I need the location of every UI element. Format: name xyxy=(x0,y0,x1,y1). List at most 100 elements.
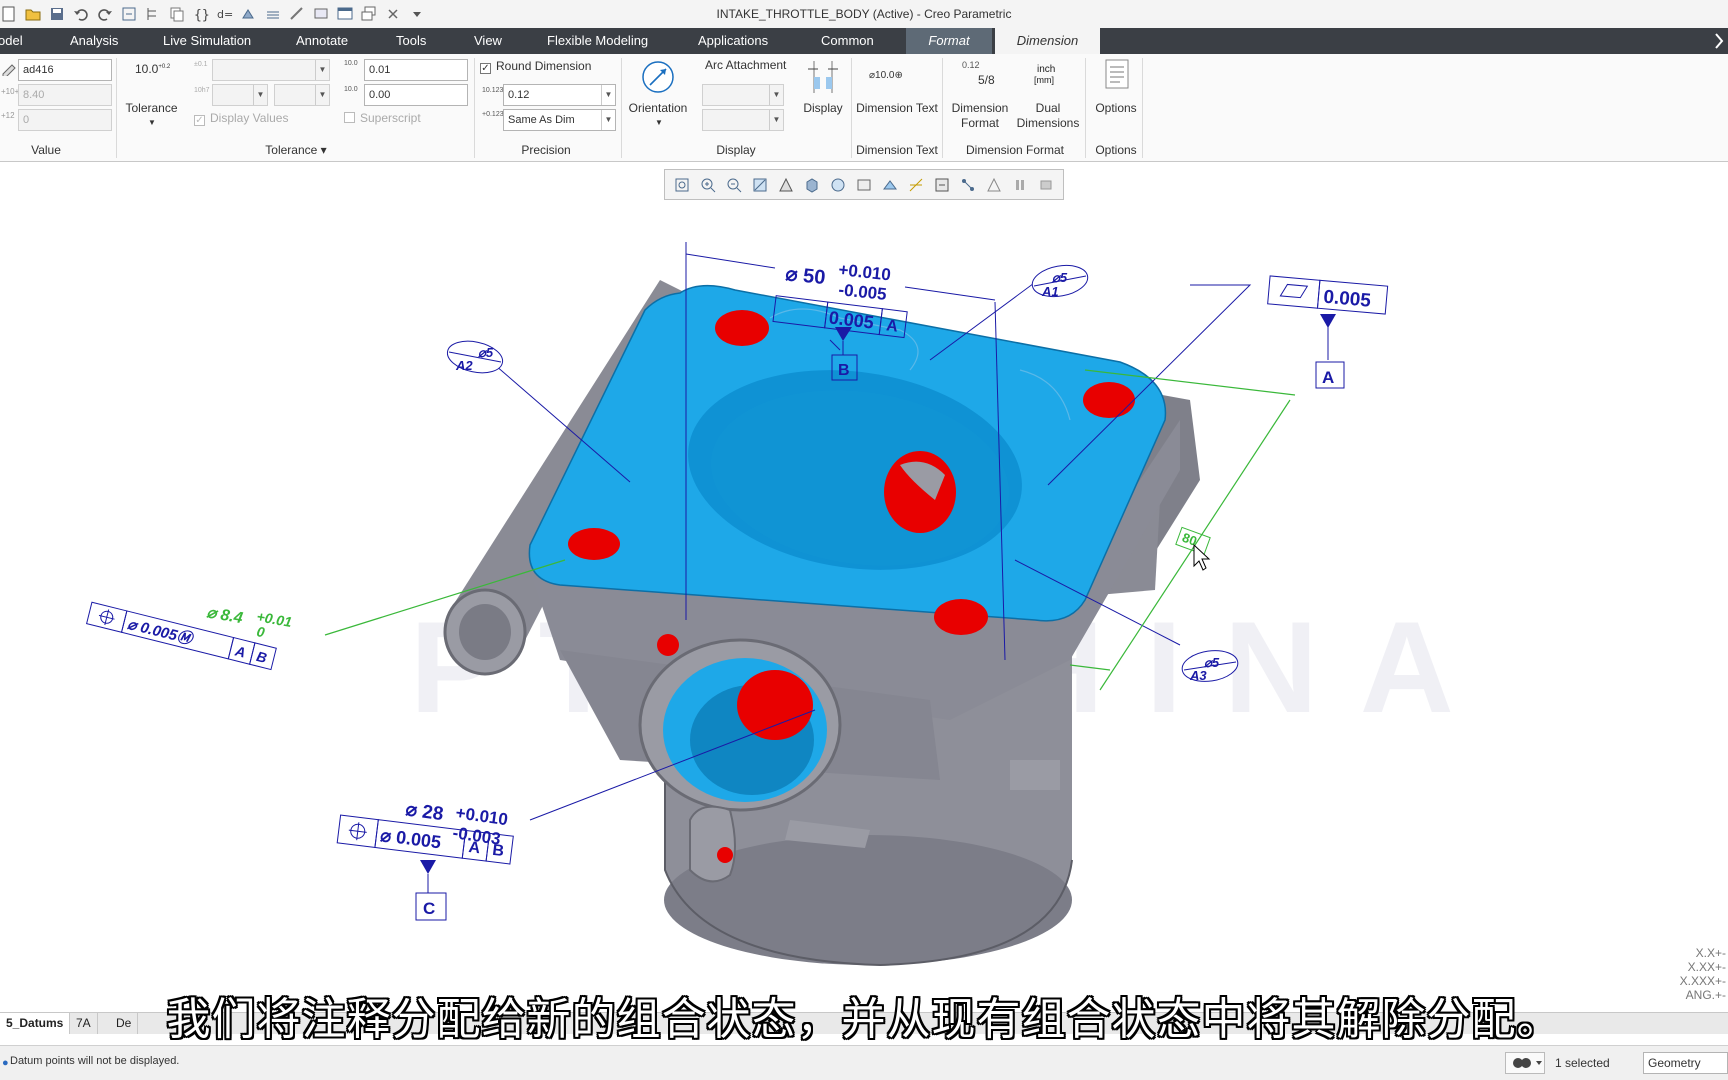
switch-window-icon[interactable] xyxy=(360,5,378,23)
tolerance-button[interactable]: Tolerance xyxy=(124,101,179,116)
shaft-class-field[interactable]: ▼ xyxy=(274,84,330,106)
options-button[interactable]: Options xyxy=(1090,101,1142,116)
regenerate-icon[interactable] xyxy=(120,5,138,23)
tab-live-simulation[interactable]: Live Simulation xyxy=(163,28,251,54)
datum-target-a1[interactable]: ⌀5 A1 xyxy=(1030,261,1090,300)
tab-flexible-modeling[interactable]: Flexible Modeling xyxy=(547,28,648,54)
dimension-text-button[interactable]: Dimension Text xyxy=(855,101,939,116)
ribbon-separator xyxy=(621,58,622,158)
copy-icon[interactable] xyxy=(168,5,186,23)
quick-access-toolbar: {} d= xyxy=(0,4,426,24)
orientation-icon xyxy=(640,59,676,98)
datum-a-label[interactable]: A xyxy=(1322,368,1334,387)
redo-icon[interactable] xyxy=(96,5,114,23)
graphics-window[interactable]: PTC CHINA xyxy=(0,163,1728,1010)
layer-icon[interactable] xyxy=(264,5,282,23)
tab-applications[interactable]: Applications xyxy=(698,28,768,54)
dim-format-legend-1: X.X+- xyxy=(1695,946,1726,960)
dimension-format-icon-top: 0.12 xyxy=(962,60,980,70)
braces-icon[interactable]: {} xyxy=(192,5,210,23)
offset-icon: +12 xyxy=(1,111,15,120)
datum-c-label[interactable]: C xyxy=(423,899,435,918)
tab-tools[interactable]: Tools xyxy=(396,28,426,54)
ribbon-separator xyxy=(1085,58,1086,158)
svg-text:A1: A1 xyxy=(1041,284,1059,299)
dim-8-4-value: ⌀ 8.4 xyxy=(205,604,244,627)
datum-b-label[interactable]: B xyxy=(838,362,850,379)
arc-attachment-select-2[interactable]: ▼ xyxy=(702,109,784,131)
display-button[interactable]: Display xyxy=(797,101,849,116)
tab-format[interactable]: Format xyxy=(906,28,992,54)
dim-diameter-8-4[interactable]: ⌀ 8.4 +0.01 0 xyxy=(205,604,293,640)
value-field[interactable]: 8.40 xyxy=(18,84,112,106)
customize-qat-icon[interactable] xyxy=(408,5,426,23)
save-icon[interactable] xyxy=(48,5,66,23)
dimension-format-button[interactable]: Dimension Format xyxy=(946,101,1014,131)
dim-50-value: ⌀ 50 xyxy=(784,263,826,289)
tolerance-table-field[interactable]: ▼ xyxy=(212,59,330,81)
fcf-left-value: ⌀ 0.005Ⓜ xyxy=(126,616,196,649)
datum-target-a2[interactable]: ⌀5 A2 xyxy=(444,337,505,378)
feature-icon[interactable] xyxy=(240,5,258,23)
fcf-left[interactable]: ⌀ 0.005Ⓜ A B xyxy=(86,601,277,671)
tab-dimension[interactable]: Dimension xyxy=(995,28,1100,54)
display-icon xyxy=(806,59,840,98)
tab-analysis[interactable]: Analysis xyxy=(70,28,118,54)
upper-tol-icon: 10.0 xyxy=(344,60,358,67)
arc-attachment-select[interactable]: ▼ xyxy=(702,84,784,106)
superscript-check[interactable]: Superscript xyxy=(344,111,421,125)
tab-model[interactable]: odel xyxy=(0,28,23,54)
upper-tolerance-field[interactable]: 0.01 xyxy=(364,59,468,81)
precision-select[interactable]: 0.12 ▼ xyxy=(503,84,616,106)
tab-view[interactable]: View xyxy=(474,28,502,54)
tolerance-dropdown-icon[interactable]: ▼ xyxy=(148,118,156,127)
fcf-bottom-a: A xyxy=(468,839,482,857)
svg-text:A3: A3 xyxy=(1189,668,1207,683)
dim-8-4-lower: 0 xyxy=(255,623,266,640)
dimension-text-icon: ⌀10.0⊕ xyxy=(869,70,903,81)
undo-icon[interactable] xyxy=(72,5,90,23)
ribbon-separator xyxy=(474,58,475,158)
window-icon[interactable] xyxy=(336,5,354,23)
tab-annotate[interactable]: Annotate xyxy=(296,28,348,54)
ribbon-separator xyxy=(942,58,943,158)
model-tree-icon[interactable] xyxy=(144,5,162,23)
annotation-icon[interactable] xyxy=(312,5,330,23)
fcf-flatness[interactable]: 0.005 xyxy=(1267,275,1389,315)
ribbon-separator xyxy=(1142,58,1143,158)
dual-dimensions-button[interactable]: Dual Dimensions xyxy=(1010,101,1086,131)
hole-class-field[interactable]: ▼ xyxy=(212,84,268,106)
lower-tol-icon: 10.0 xyxy=(344,86,358,93)
svg-text:A2: A2 xyxy=(455,358,473,373)
ribbon-separator xyxy=(116,58,117,158)
value-icon: +10+ xyxy=(1,87,20,96)
find-button[interactable] xyxy=(1505,1052,1545,1074)
orientation-button[interactable]: Orientation xyxy=(624,101,692,116)
dim-28-value: ⌀ 28 xyxy=(404,799,444,825)
close-window-icon[interactable] xyxy=(384,5,402,23)
datum-a-triangle xyxy=(1320,314,1336,328)
selection-filter[interactable]: Geometry xyxy=(1643,1052,1728,1074)
fcf-left-b: B xyxy=(255,648,269,666)
dual-dim-icon-top: inch xyxy=(1037,64,1056,75)
orientation-dropdown-icon[interactable]: ▼ xyxy=(655,118,663,127)
fcf-bottom-b: B xyxy=(491,842,505,860)
dim-50-lower: -0.005 xyxy=(838,280,888,304)
ribbon-collapse-icon[interactable] xyxy=(1714,32,1724,53)
relations-icon[interactable]: d= xyxy=(216,5,234,23)
dim-format-legend-2: X.XX+- xyxy=(1687,960,1726,974)
name-field[interactable]: ad416 xyxy=(18,59,112,81)
measure-icon[interactable] xyxy=(288,5,306,23)
offset-field[interactable]: 0 xyxy=(18,109,112,131)
tolerance-precision-select[interactable]: Same As Dim ▼ xyxy=(503,109,616,131)
open-folder-icon[interactable] xyxy=(24,5,42,23)
new-file-icon[interactable] xyxy=(0,5,18,23)
tab-common[interactable]: Common xyxy=(821,28,874,54)
status-message: Datum points will not be displayed. xyxy=(10,1055,180,1067)
display-values-check[interactable]: ✓ Display Values xyxy=(194,111,288,126)
dim-diameter-50[interactable]: ⌀ 50 +0.010 -0.005 xyxy=(784,260,891,304)
ribbon-tab-bar: odel Analysis Live Simulation Annotate T… xyxy=(0,28,1728,54)
round-dimension-check[interactable]: ✓ Round Dimension xyxy=(480,59,591,74)
group-tolerance-label[interactable]: Tolerance ▾ xyxy=(264,143,328,157)
lower-tolerance-field[interactable]: 0.00 xyxy=(364,84,468,106)
